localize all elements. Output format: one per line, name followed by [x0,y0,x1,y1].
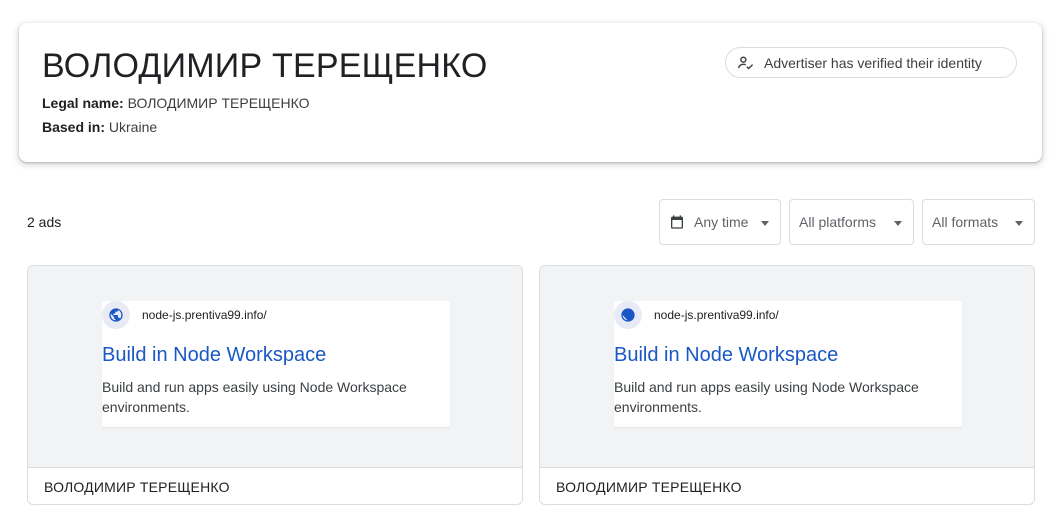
verified-identity-chip[interactable]: Advertiser has verified their identity [725,47,1017,78]
text-ad: node-js.prentiva99.info/ Build in Node W… [102,301,450,427]
chevron-down-icon [761,221,769,226]
ad-advertiser-name: ВОЛОДИМИР ТЕРЕЩЕНКО [44,479,230,495]
ad-headline[interactable]: Build in Node Workspace [614,344,838,367]
globe-icon [102,301,130,329]
chevron-down-icon [894,221,902,226]
based-in-row: Based in: Ukraine [42,119,157,135]
based-in-value: Ukraine [108,119,158,135]
formats-filter-dropdown[interactable]: All formats [922,199,1035,245]
person-check-icon [737,54,764,71]
advertiser-name: ВОЛОДИМИР ТЕРЕЩЕНКО [42,47,488,85]
ad-description: Build and run apps easily using Node Wor… [614,379,919,415]
time-filter-dropdown[interactable]: Any time [659,199,781,245]
calendar-icon [669,214,694,230]
ad-preview: node-js.prentiva99.info/ Build in Node W… [28,266,522,468]
ad-display-url: node-js.prentiva99.info/ [142,308,267,322]
ad-card[interactable]: node-js.prentiva99.info/ Build in Node W… [27,265,523,505]
formats-filter-label: All formats [932,214,999,230]
ad-headline[interactable]: Build in Node Workspace [102,344,326,367]
globe-icon [614,301,642,329]
text-ad: node-js.prentiva99.info/ Build in Node W… [614,301,962,427]
ads-count: 2 ads [27,214,62,230]
time-filter-label: Any time [694,214,749,230]
ad-card[interactable]: node-js.prentiva99.info/ Build in Node W… [539,265,1035,505]
ad-preview: node-js.prentiva99.info/ Build in Node W… [540,266,1034,468]
legal-name-value: ВОЛОДИМИР ТЕРЕЩЕНКО [127,95,310,111]
platforms-filter-label: All platforms [799,214,877,230]
platforms-filter-dropdown[interactable]: All platforms [789,199,914,245]
ad-advertiser-name: ВОЛОДИМИР ТЕРЕЩЕНКО [556,479,742,495]
advertiser-header-card: ВОЛОДИМИР ТЕРЕЩЕНКО Legal name: ВОЛОДИМИ… [19,23,1042,162]
legal-name-label: Legal name: [42,95,124,111]
ad-display-url: node-js.prentiva99.info/ [654,308,779,322]
legal-name-row: Legal name: ВОЛОДИМИР ТЕРЕЩЕНКО [42,95,310,111]
ad-description: Build and run apps easily using Node Wor… [102,379,407,415]
verified-identity-text: Advertiser has verified their identity [764,54,982,71]
based-in-label: Based in: [42,119,106,135]
chevron-down-icon [1015,221,1023,226]
